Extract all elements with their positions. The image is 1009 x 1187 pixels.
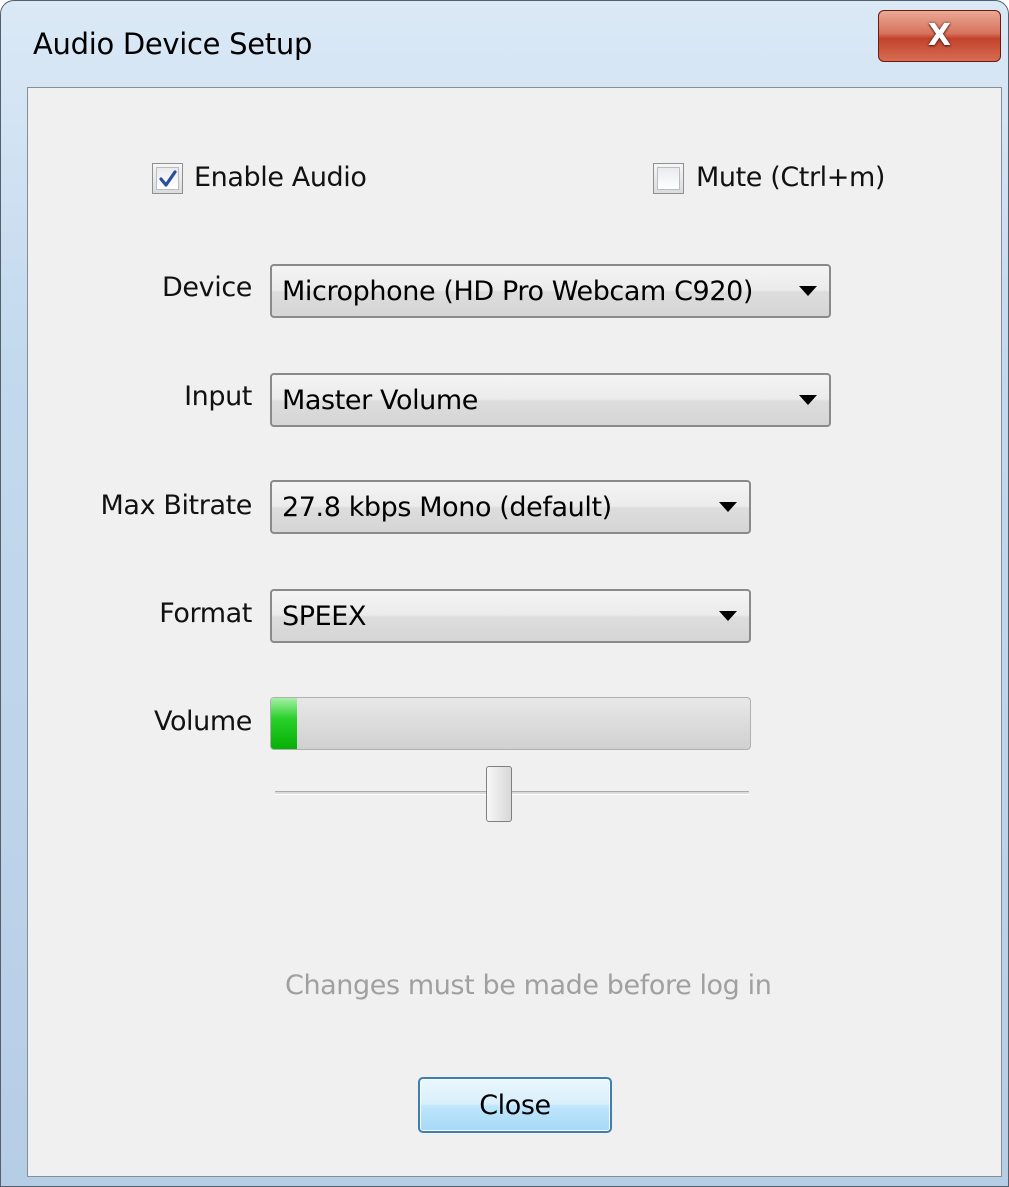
chevron-down-icon <box>799 286 817 296</box>
device-select-value: Microphone (HD Pro Webcam C920) <box>282 276 754 307</box>
close-icon: X <box>927 18 952 53</box>
close-button[interactable]: Close <box>418 1077 612 1133</box>
format-select[interactable]: SPEEX <box>270 589 751 643</box>
check-icon <box>158 169 177 187</box>
max-bitrate-select[interactable]: 27.8 kbps Mono (default) <box>270 480 751 534</box>
format-select-value: SPEEX <box>282 601 367 632</box>
max-bitrate-label: Max Bitrate <box>100 490 253 521</box>
input-select-value: Master Volume <box>282 385 479 416</box>
max-bitrate-select-value: 27.8 kbps Mono (default) <box>282 492 612 523</box>
device-select[interactable]: Microphone (HD Pro Webcam C920) <box>270 264 831 318</box>
enable-audio-label[interactable]: Enable Audio <box>194 162 367 193</box>
volume-level-fill <box>271 698 297 749</box>
mute-label[interactable]: Mute (Ctrl+m) <box>696 162 885 193</box>
window-title: Audio Device Setup <box>33 27 313 61</box>
chevron-down-icon <box>719 611 737 621</box>
input-select[interactable]: Master Volume <box>270 373 831 427</box>
volume-slider-track[interactable] <box>275 791 749 795</box>
titlebar-close-button[interactable]: X <box>878 10 1001 62</box>
volume-slider-thumb[interactable] <box>486 766 512 822</box>
enable-audio-checkbox[interactable] <box>152 163 183 194</box>
volume-level-meter <box>270 697 751 750</box>
format-label: Format <box>159 598 252 629</box>
chevron-down-icon <box>719 502 737 512</box>
mute-checkbox[interactable] <box>653 163 684 194</box>
volume-label: Volume <box>153 706 252 737</box>
device-label: Device <box>162 272 252 303</box>
chevron-down-icon <box>799 395 817 405</box>
input-label: Input <box>184 381 252 412</box>
login-note: Changes must be made before log in <box>285 970 772 1001</box>
